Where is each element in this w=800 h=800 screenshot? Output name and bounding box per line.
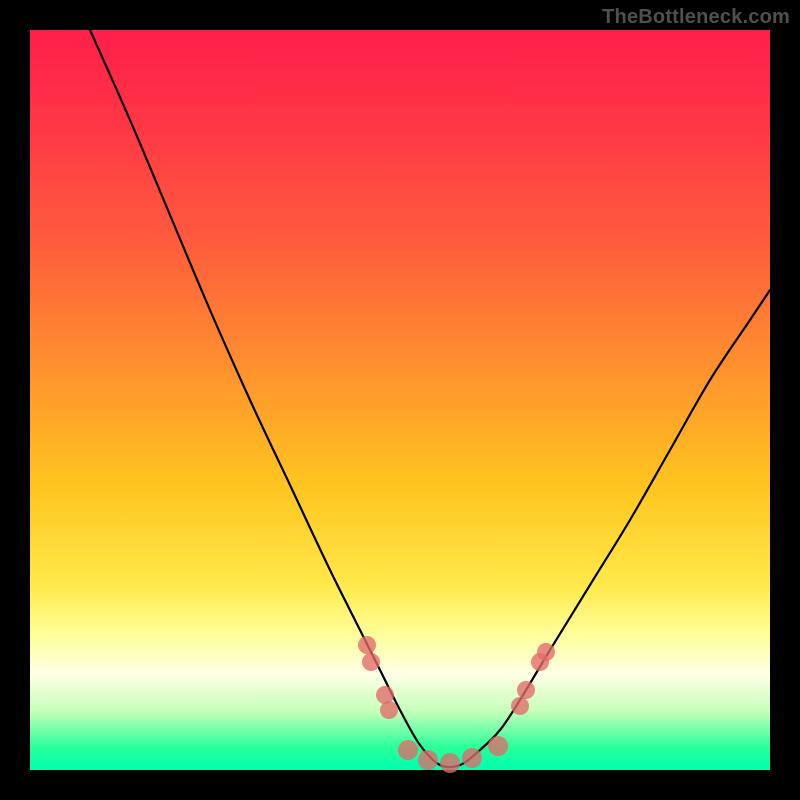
marker-group — [358, 636, 555, 773]
curve-marker — [462, 748, 482, 768]
chart-frame: TheBottleneck.com — [0, 0, 800, 800]
curve-marker — [398, 740, 418, 760]
curve-marker — [358, 636, 376, 654]
curve-marker — [362, 653, 380, 671]
curve-marker — [380, 701, 398, 719]
chart-svg — [30, 30, 770, 770]
bottleneck-curve — [90, 30, 770, 767]
curve-marker — [418, 750, 438, 770]
plot-area — [30, 30, 770, 770]
curve-marker — [440, 753, 460, 773]
curve-marker — [537, 643, 555, 661]
watermark-text: TheBottleneck.com — [602, 6, 790, 29]
curve-marker — [488, 736, 508, 756]
curve-marker — [511, 697, 529, 715]
curve-marker — [517, 681, 535, 699]
